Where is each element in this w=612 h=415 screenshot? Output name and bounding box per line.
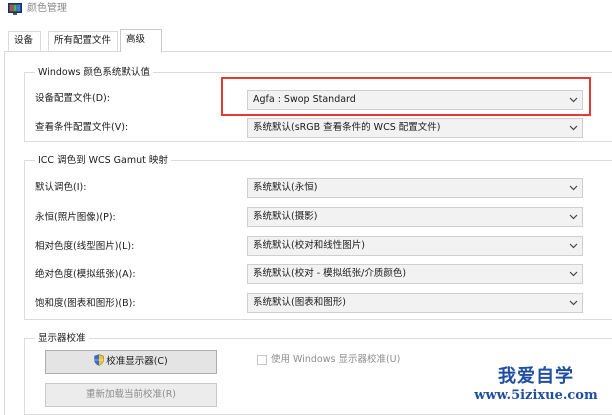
tab-all-profiles[interactable]: 所有配置文件 — [48, 31, 118, 51]
perceptual-label: 永恒(照片图像)(P): — [35, 212, 116, 223]
relative-colorimetric-label: 相对色度(线型图片)(L): — [35, 241, 135, 252]
watermark-url: www.5izixue.com — [474, 388, 598, 403]
viewing-conditions-value: 系统默认(sRGB 查看条件的 WCS 配置文件) — [253, 122, 441, 133]
chevron-down-icon — [569, 214, 578, 220]
viewing-conditions-select[interactable]: 系统默认(sRGB 查看条件的 WCS 配置文件) — [247, 118, 583, 138]
calibrate-display-button[interactable]: 校准显示器(C) — [45, 350, 217, 374]
perceptual-select[interactable]: 系统默认(摄影) — [247, 207, 583, 227]
highlight-box — [221, 77, 591, 116]
chevron-down-icon — [569, 271, 578, 277]
absolute-colorimetric-select[interactable]: 系统默认(校对 - 模拟纸张/介质颜色) — [247, 264, 583, 284]
calibrate-display-label: 校准显示器(C) — [106, 356, 168, 367]
viewing-conditions-label: 查看条件配置文件(V): — [35, 122, 129, 133]
uac-shield-icon — [94, 354, 104, 366]
saturation-select[interactable]: 系统默认(图表和图形) — [247, 293, 583, 313]
tab-advanced[interactable]: 高级 — [120, 29, 162, 52]
default-intent-label: 默认调色(I): — [35, 182, 87, 193]
windows-defaults-title: Windows 颜色系统默认值 — [35, 66, 153, 79]
absolute-colorimetric-label: 绝对色度(模拟纸张)(A): — [35, 269, 136, 280]
watermark-text: 我爱自学 — [498, 366, 574, 387]
relative-colorimetric-value: 系统默认(校对和线性图片) — [253, 240, 365, 251]
calibration-title: 显示器校准 — [35, 332, 89, 345]
chevron-down-icon — [569, 185, 578, 191]
device-profile-label: 设备配置文件(D): — [35, 93, 110, 104]
relative-colorimetric-select[interactable]: 系统默认(校对和线性图片) — [247, 236, 583, 256]
tab-strip: 设备 所有配置文件 高级 — [0, 29, 612, 52]
saturation-label: 饱和度(图表和图形)(B): — [35, 298, 136, 309]
use-windows-calibration-label: 使用 Windows 显示器校准(U) — [271, 354, 401, 365]
saturation-value: 系统默认(图表和图形) — [253, 297, 346, 308]
color-management-app-icon — [8, 3, 22, 15]
chevron-down-icon — [569, 300, 578, 306]
gamut-mapping-title: ICC 调色到 WCS Gamut 映射 — [35, 154, 171, 167]
chevron-down-icon — [569, 125, 578, 131]
perceptual-value: 系统默认(摄影) — [253, 211, 318, 222]
default-intent-value: 系统默认(永恒) — [253, 182, 318, 193]
chevron-down-icon — [569, 243, 578, 249]
absolute-colorimetric-value: 系统默认(校对 - 模拟纸张/介质颜色) — [253, 268, 407, 279]
reload-calibration-button[interactable]: 重新加载当前校准(R) — [45, 383, 217, 407]
window-title: 颜色管理 — [27, 3, 67, 14]
tab-devices[interactable]: 设备 — [8, 31, 41, 51]
use-windows-calibration-checkbox[interactable] — [257, 355, 267, 365]
site-watermark: 我爱自学 www.5izixue.com — [460, 366, 612, 415]
default-intent-select[interactable]: 系统默认(永恒) — [247, 178, 583, 198]
title-bar: 颜色管理 — [0, 0, 612, 22]
